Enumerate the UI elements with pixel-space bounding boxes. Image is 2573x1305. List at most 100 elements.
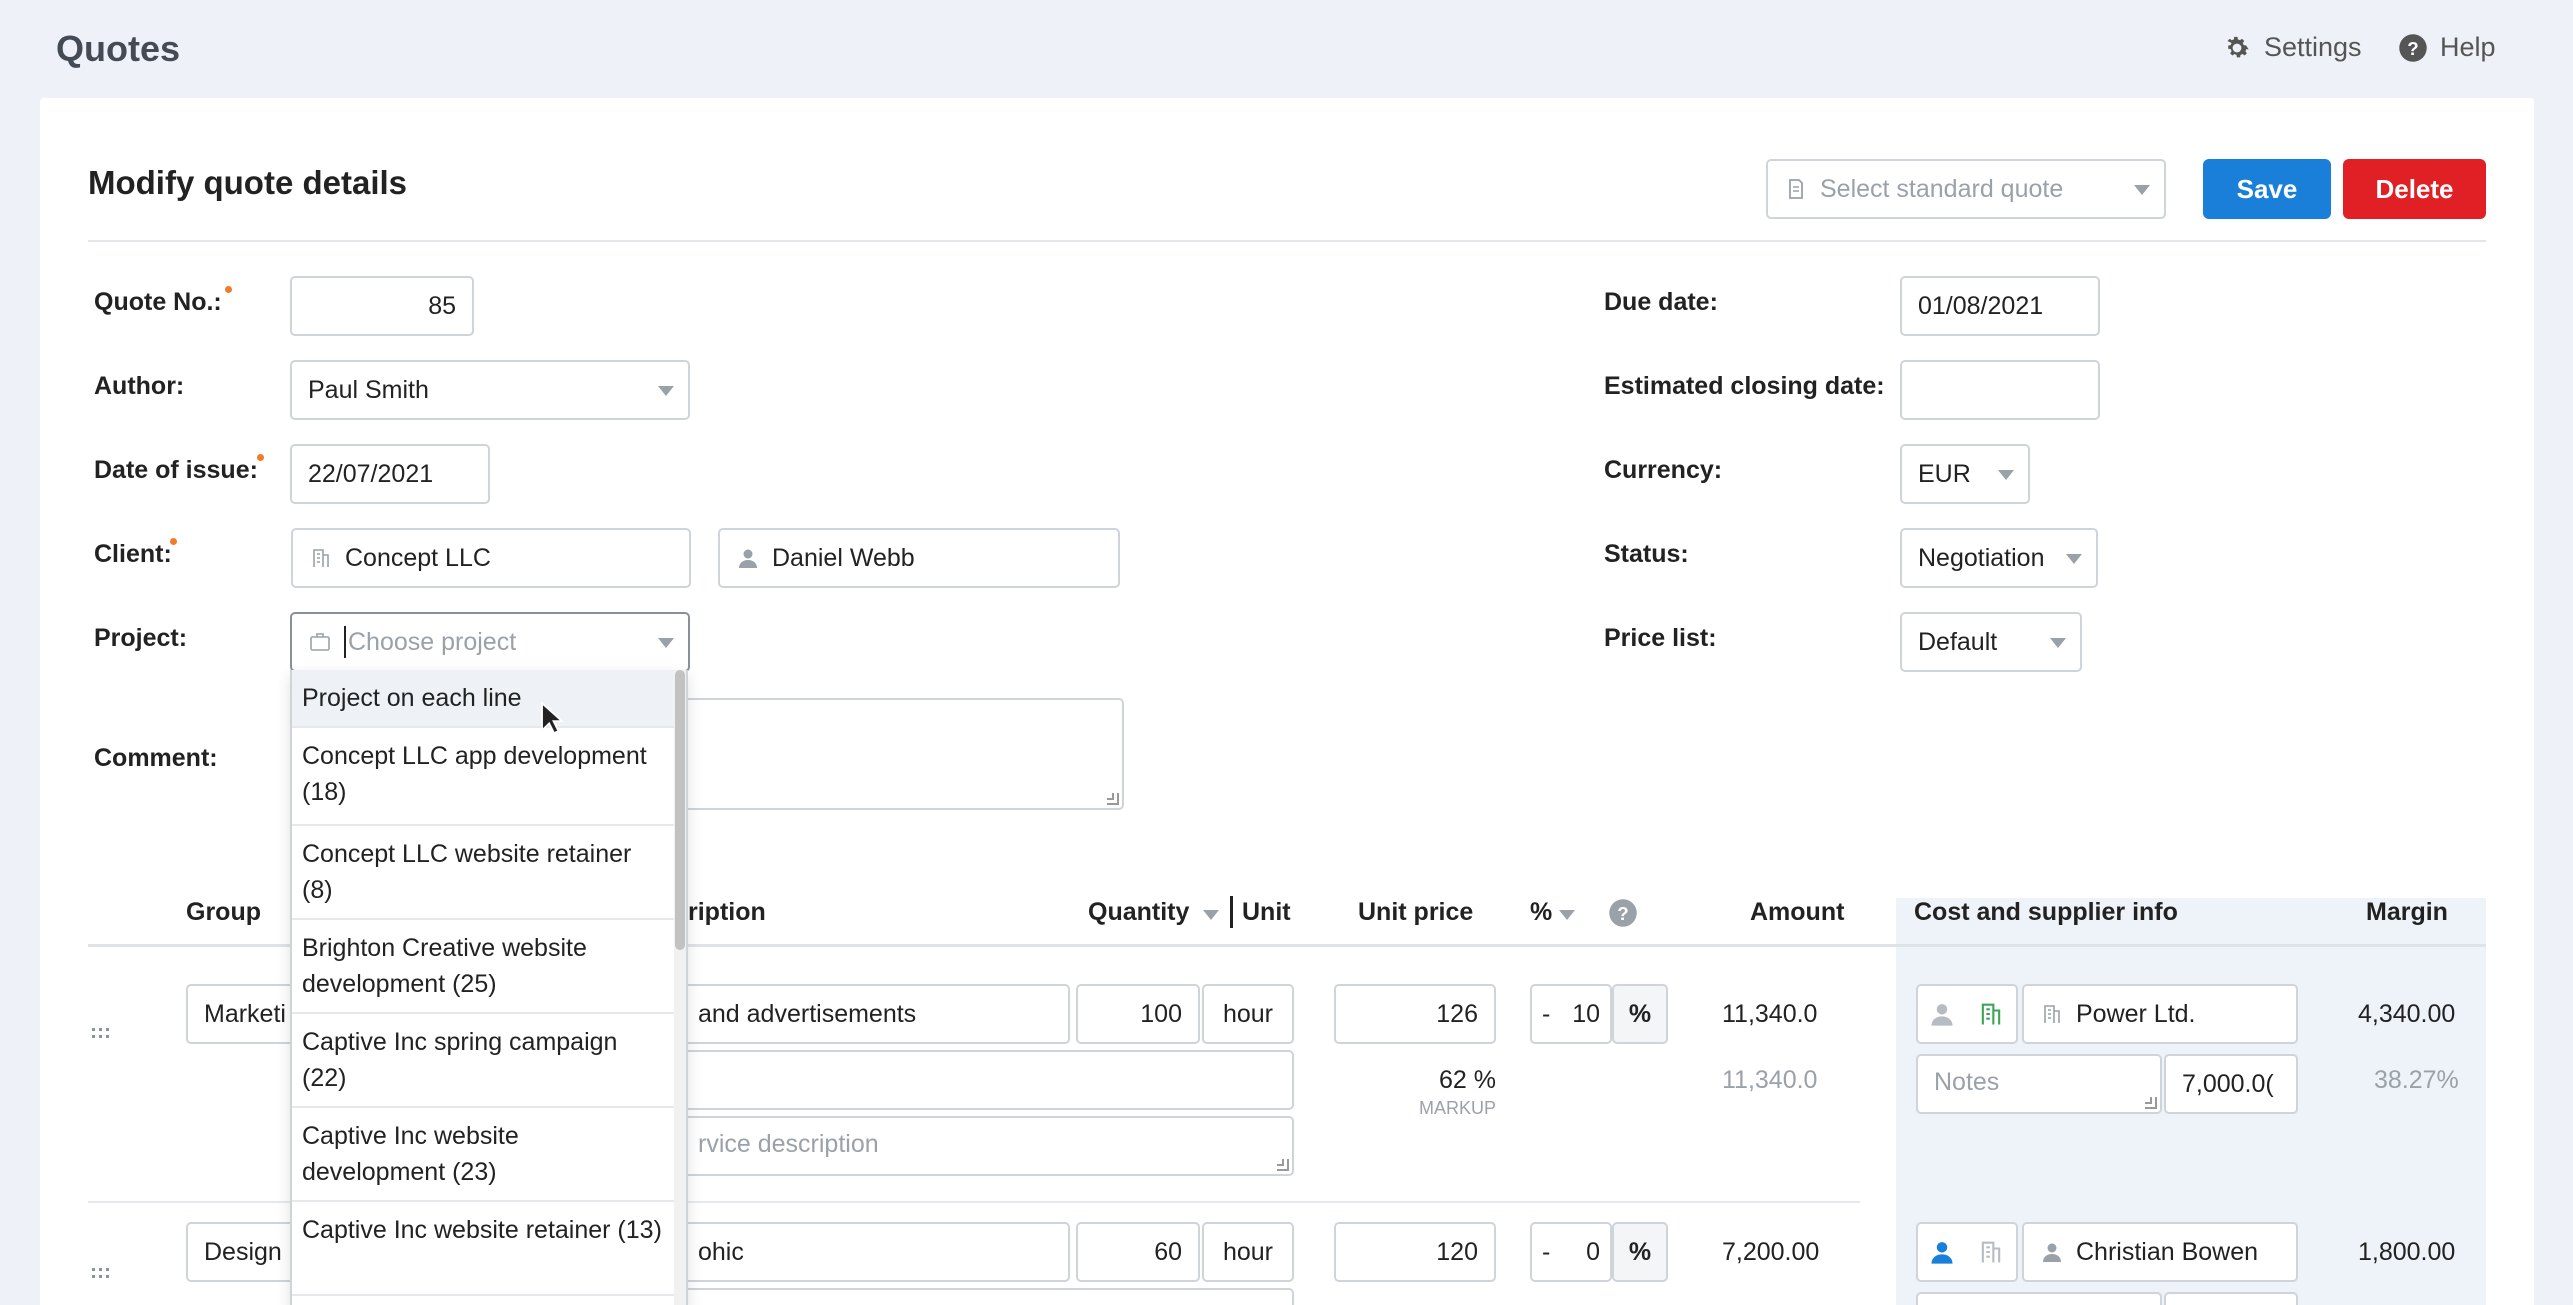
discount-type-toggle[interactable]: % (1612, 984, 1668, 1044)
contact-select[interactable]: Daniel Webb (718, 528, 1120, 588)
supplier-value: Christian Bowen (2076, 1237, 2259, 1266)
discount-field[interactable]: - 10 (1530, 984, 1612, 1044)
quote-no-field[interactable]: 85 (290, 276, 474, 336)
person-icon (1931, 1004, 1953, 1026)
chevron-down-icon[interactable] (1559, 910, 1575, 920)
building-icon (1981, 1003, 2001, 1025)
currency-select[interactable]: EUR (1900, 444, 2030, 504)
discount-sign: - (1542, 999, 1551, 1028)
column-header-percent[interactable]: % (1530, 898, 1552, 927)
required-indicator (257, 454, 264, 461)
unit-field[interactable]: hour (1202, 1222, 1294, 1282)
resize-handle[interactable] (1107, 793, 1119, 805)
quantity-field[interactable]: 100 (1076, 984, 1200, 1044)
notes-field[interactable] (1916, 1292, 2162, 1305)
dropdown-item-project[interactable]: Concept LLC website retainer (8) (292, 826, 676, 920)
closing-date-label: Estimated closing date: (1604, 372, 1885, 400)
help-link[interactable]: ? Help (2398, 32, 2496, 63)
help-icon[interactable]: ? (1608, 898, 1638, 928)
help-icon: ? (2399, 33, 2427, 62)
delete-button[interactable]: Delete (2343, 159, 2486, 219)
due-date-field[interactable]: 01/08/2021 (1900, 276, 2100, 336)
chevron-down-icon (2066, 554, 2082, 564)
resize-handle[interactable] (1277, 1159, 1289, 1171)
unit-price-field[interactable]: 126 (1334, 984, 1496, 1044)
mouse-pointer-icon (541, 702, 564, 735)
dropdown-item-project[interactable]: Captive Inc website retainer (13) (292, 1202, 676, 1296)
unit-field[interactable]: hour (1202, 984, 1294, 1044)
text-cursor (344, 626, 346, 658)
save-button[interactable]: Save (2203, 159, 2331, 219)
closing-date-field[interactable] (1900, 360, 2100, 420)
dropdown-item-project[interactable]: Captive Inc spring campaign (22) (292, 1014, 676, 1108)
dropdown-item-project[interactable]: Concept LLC app development (18) (292, 728, 676, 826)
briefcase-icon (310, 633, 330, 651)
resize-handle[interactable] (2145, 1097, 2157, 1109)
discount-type-toggle[interactable]: % (1612, 1222, 1668, 1282)
notes-field[interactable]: Notes (1916, 1054, 2162, 1114)
date-of-issue-label: Date of issue: (94, 456, 258, 484)
person-icon (2043, 1243, 2061, 1262)
amount-value-secondary: 11,340.0 (1722, 1066, 1818, 1094)
person-supplier-toggle[interactable] (1916, 984, 1968, 1044)
description-line-field[interactable] (680, 1288, 1294, 1305)
unit-price-field[interactable]: 120 (1334, 1222, 1496, 1282)
project-label: Project: (94, 624, 188, 652)
author-label: Author: (94, 372, 185, 400)
header-divider (88, 240, 2486, 242)
chevron-down-icon (2134, 185, 2150, 195)
project-placeholder: Choose project (348, 627, 517, 656)
price-list-value: Default (1918, 627, 1998, 656)
client-select[interactable]: Concept LLC (291, 528, 691, 588)
dropdown-item-project[interactable]: Brighton Creative website development (2… (292, 920, 676, 1014)
person-icon (739, 549, 757, 568)
description-field[interactable]: ohic (680, 1222, 1070, 1282)
column-header-group: Group (186, 898, 261, 926)
svg-text:?: ? (1617, 903, 1628, 924)
person-supplier-toggle[interactable] (1916, 1222, 1968, 1282)
building-icon (2044, 1005, 2060, 1023)
standard-quote-select[interactable]: Select standard quote (1766, 159, 2166, 219)
supplier-select[interactable]: Christian Bowen (2022, 1222, 2298, 1282)
dropdown-scrollbar-thumb[interactable] (675, 670, 685, 950)
chevron-down-icon (1998, 470, 2014, 480)
dropdown-item-project[interactable]: Captive Inc website development (23) (292, 1108, 676, 1202)
price-list-label: Price list: (1604, 624, 1717, 652)
cost-field[interactable] (2164, 1292, 2298, 1305)
person-icon (1931, 1242, 1953, 1264)
settings-link[interactable]: Settings (2222, 32, 2362, 63)
contact-value: Daniel Webb (772, 543, 915, 572)
column-header-margin: Margin (2366, 898, 2448, 926)
chevron-down-icon (658, 638, 674, 648)
chevron-down-icon (2050, 638, 2066, 648)
description-line-field[interactable] (680, 1050, 1294, 1110)
date-of-issue-field[interactable]: 22/07/2021 (290, 444, 490, 504)
dropdown-item-project-on-each-line[interactable]: Project on each line (292, 670, 676, 728)
comment-field[interactable] (680, 698, 1124, 810)
dropdown-scrollbar[interactable] (674, 670, 686, 1305)
supplier-select[interactable]: Power Ltd. (2022, 984, 2298, 1044)
column-header-amount: Amount (1750, 898, 1845, 926)
author-select[interactable]: Paul Smith (290, 360, 690, 420)
author-value: Paul Smith (308, 375, 429, 404)
company-supplier-toggle[interactable] (1966, 984, 2018, 1044)
project-select[interactable]: Choose project (290, 612, 690, 672)
amount-value: 7,200.00 (1722, 1238, 1820, 1266)
comment-label: Comment: (94, 744, 218, 772)
column-separator (1230, 896, 1233, 928)
price-list-select[interactable]: Default (1900, 612, 2082, 672)
client-label: Client: (94, 540, 172, 568)
status-select[interactable]: Negotiation (1900, 528, 2098, 588)
quantity-field[interactable]: 60 (1076, 1222, 1200, 1282)
column-header-unit: Unit (1242, 898, 1291, 926)
drag-handle[interactable] (92, 1268, 112, 1280)
column-header-quantity[interactable]: Quantity (1088, 898, 1189, 927)
description-field[interactable]: and advertisements (680, 984, 1070, 1044)
cost-field[interactable]: 7,000.0( (2164, 1054, 2298, 1114)
service-description-field[interactable]: rvice description (680, 1116, 1294, 1176)
discount-field[interactable]: - 0 (1530, 1222, 1612, 1282)
chevron-down-icon[interactable] (1203, 910, 1219, 920)
drag-handle[interactable] (92, 1028, 112, 1040)
settings-label: Settings (2264, 32, 2362, 62)
company-supplier-toggle[interactable] (1966, 1222, 2018, 1282)
